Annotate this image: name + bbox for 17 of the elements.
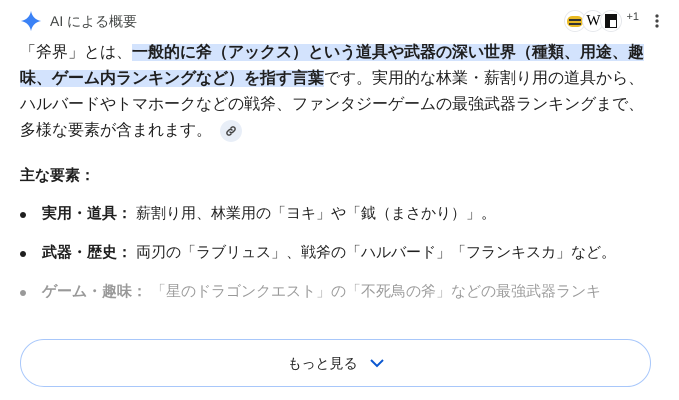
list-item-text: ゲーム・趣味： 「星のドラゴンクエスト」の「不死鳥の斧」などの最強武器ランキ [42, 282, 602, 302]
sparkle-icon [20, 10, 42, 32]
document-icon[interactable] [600, 10, 622, 32]
summary-paragraph: 「斧界」とは、一般的に斧（アックス）という道具や武器の深い世界（種類、用途、趣味、ゲーム内ランキングなど）を指す言葉です。実用的な林業・薪割り用の道具から、ハルバードやトマホークなどの戦斧、ファンタジーゲームの最強武器ランキングまで、多様な要素が含まれます。 [20, 40, 648, 144]
section-title: 主な要素： [20, 166, 96, 186]
more-options-icon[interactable] [655, 14, 659, 28]
chevron-down-icon [370, 358, 384, 368]
list-item-text: 武器・歴史： 両刃の「ラブリュス」、戦斧の「ハルバード」「フランキスカ」など。 [42, 243, 618, 263]
header-title: AI による概要 [50, 12, 138, 30]
bullet-icon [20, 212, 26, 218]
link-icon[interactable] [220, 120, 242, 142]
source-count[interactable]: +1 [626, 8, 639, 26]
show-more-button[interactable]: もっと見る [20, 339, 651, 387]
bullet-icon [20, 290, 26, 296]
bullet-icon [20, 251, 26, 257]
source-logo[interactable]: W [582, 10, 604, 32]
list-item-text: 実用・道具： 薪割り用、林業用の「ヨキ」や「鉞（まさかり）」。 [42, 204, 498, 224]
